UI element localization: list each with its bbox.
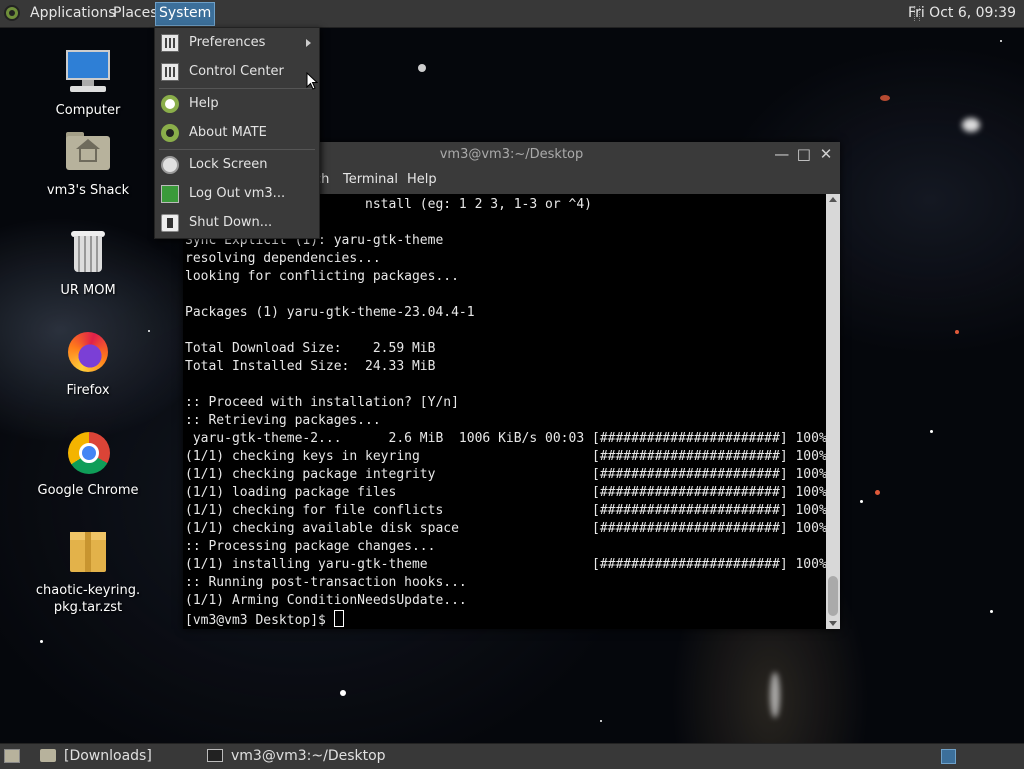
mate-logo-icon[interactable] [4, 5, 20, 21]
terminal-prompt: [vm3@vm3 Desktop]$ [185, 613, 334, 628]
trash-icon [64, 228, 112, 276]
package-icon [64, 528, 112, 576]
desktop-icon-firefox[interactable]: Firefox [28, 328, 148, 399]
help-icon [161, 95, 179, 113]
menu-item-help[interactable]: Help [155, 91, 319, 117]
terminal-text: nstall (eg: 1 2 3, 1-3 or ^4) Sync Expli… [183, 194, 826, 629]
applications-menu[interactable]: Applications [27, 2, 119, 24]
home-folder-icon [64, 128, 112, 176]
terminal-line: (1/1) Arming ConditionNeedsUpdate... [185, 593, 467, 608]
firefox-icon [64, 328, 112, 376]
desktop-icon-home[interactable]: vm3's Shack [28, 128, 148, 199]
desktop-icon-computer[interactable]: Computer [28, 48, 148, 119]
terminal-line: :: Retrieving packages... [185, 413, 381, 428]
terminal-line: (1/1) checking keys in keyring [########… [185, 449, 826, 464]
terminal-line: yaru-gtk-theme-2... 2.6 MiB 1006 KiB/s 0… [192, 431, 826, 446]
terminal-line: (1/1) installing yaru-gtk-theme [#######… [185, 557, 826, 572]
desktop-icon-trash[interactable]: UR MOM [28, 228, 148, 299]
menu-item-label: Lock Screen [189, 157, 268, 172]
terminal-line: :: Running post-transaction hooks... [185, 575, 467, 590]
submenu-arrow-icon [306, 39, 311, 47]
menu-item-label: Help [189, 96, 219, 111]
taskbar-item-label: [Downloads] [64, 748, 152, 764]
menu-item-preferences[interactable]: Preferences [155, 30, 319, 56]
menu-separator [159, 88, 315, 89]
terminal-line: (1/1) checking for file conflicts [#####… [185, 503, 826, 518]
menu-item-control-center[interactable]: Control Center [155, 59, 319, 85]
terminal-line: (1/1) loading package files [###########… [185, 485, 826, 500]
terminal-scrollbar[interactable] [826, 194, 840, 629]
computer-icon [64, 48, 112, 96]
menu-item-label: Control Center [189, 64, 284, 79]
system-dropdown: Preferences Control Center Help About MA… [154, 27, 320, 239]
menu-item-about-mate[interactable]: About MATE [155, 120, 319, 146]
preferences-icon [161, 34, 179, 52]
logout-icon [161, 185, 179, 203]
system-menu[interactable]: System [155, 2, 216, 26]
scroll-down-icon[interactable] [829, 621, 837, 626]
taskbar-item-label: vm3@vm3:~/Desktop [231, 748, 386, 764]
control-center-icon [161, 63, 179, 81]
mouse-pointer-icon [306, 72, 318, 90]
scroll-up-icon[interactable] [829, 197, 837, 202]
bottom-panel: [Downloads] vm3@vm3:~/Desktop [0, 743, 1024, 769]
desktop-icon-chrome[interactable]: Google Chrome [28, 428, 148, 499]
terminal-line: :: Proceed with installation? [Y/n] [185, 395, 459, 410]
terminal-line: (1/1) checking package integrity [######… [185, 467, 826, 482]
terminal-icon [207, 749, 223, 762]
menu-item-label: Preferences [189, 35, 266, 50]
desktop-icon-label: Google Chrome [37, 483, 139, 498]
menu-item-label: About MATE [189, 125, 267, 140]
scrollbar-thumb[interactable] [828, 576, 838, 616]
minimize-button[interactable]: — [774, 146, 790, 162]
terminal-line: :: Processing package changes... [185, 539, 436, 554]
window-controls: — □ ✕ [772, 146, 834, 164]
menu-item-label: Log Out vm3... [189, 186, 286, 201]
desktop-icon-label: Computer [55, 103, 121, 118]
terminal-menu[interactable]: Terminal [343, 168, 398, 192]
shutdown-icon [161, 214, 179, 232]
menu-item-log-out[interactable]: Log Out vm3... [155, 181, 319, 207]
top-panel: Applications Places System Fri Oct 6, 09… [0, 0, 1024, 28]
folder-icon [40, 749, 56, 762]
terminal-line: Packages (1) yaru-gtk-theme-23.04.4-1 [185, 305, 475, 320]
desktop-icon-label: Firefox [66, 383, 110, 398]
clock[interactable]: Fri Oct 6, 09:39 [908, 0, 1016, 27]
close-button[interactable]: ✕ [818, 146, 834, 162]
desktop-icon-label: vm3's Shack [46, 183, 130, 198]
taskbar-item-terminal[interactable]: vm3@vm3:~/Desktop [207, 744, 386, 769]
terminal-line: Total Installed Size: 24.33 MiB [185, 359, 436, 374]
terminal-line: (1/1) checking available disk space [###… [185, 521, 826, 536]
terminal-line: looking for conflicting packages... [185, 269, 459, 284]
desktop-icon-package[interactable]: chaotic-keyring.pkg.tar.zst [28, 528, 148, 616]
terminal-line: Total Download Size: 2.59 MiB [185, 341, 436, 356]
menu-item-label: Shut Down... [189, 215, 273, 230]
menu-item-shut-down[interactable]: Shut Down... [155, 210, 319, 236]
chrome-icon [64, 428, 112, 476]
show-desktop-icon[interactable] [4, 749, 20, 763]
terminal-output[interactable]: nstall (eg: 1 2 3, 1-3 or ^4) Sync Expli… [183, 194, 826, 629]
workspace-switcher-active[interactable] [941, 749, 956, 764]
maximize-button[interactable]: □ [796, 146, 812, 162]
terminal-line: resolving dependencies... [185, 251, 381, 266]
lock-icon [161, 156, 179, 174]
desktop-icon-label: UR MOM [60, 283, 116, 298]
desktop-icon-label: chaotic-keyring.pkg.tar.zst [35, 583, 141, 615]
menu-item-lock-screen[interactable]: Lock Screen [155, 152, 319, 178]
about-mate-icon [161, 124, 179, 142]
taskbar-item-downloads[interactable]: [Downloads] [40, 744, 152, 769]
places-menu[interactable]: Places [110, 2, 161, 24]
menu-separator [159, 149, 315, 150]
help-menu[interactable]: Help [407, 168, 437, 192]
terminal-cursor [333, 610, 344, 627]
